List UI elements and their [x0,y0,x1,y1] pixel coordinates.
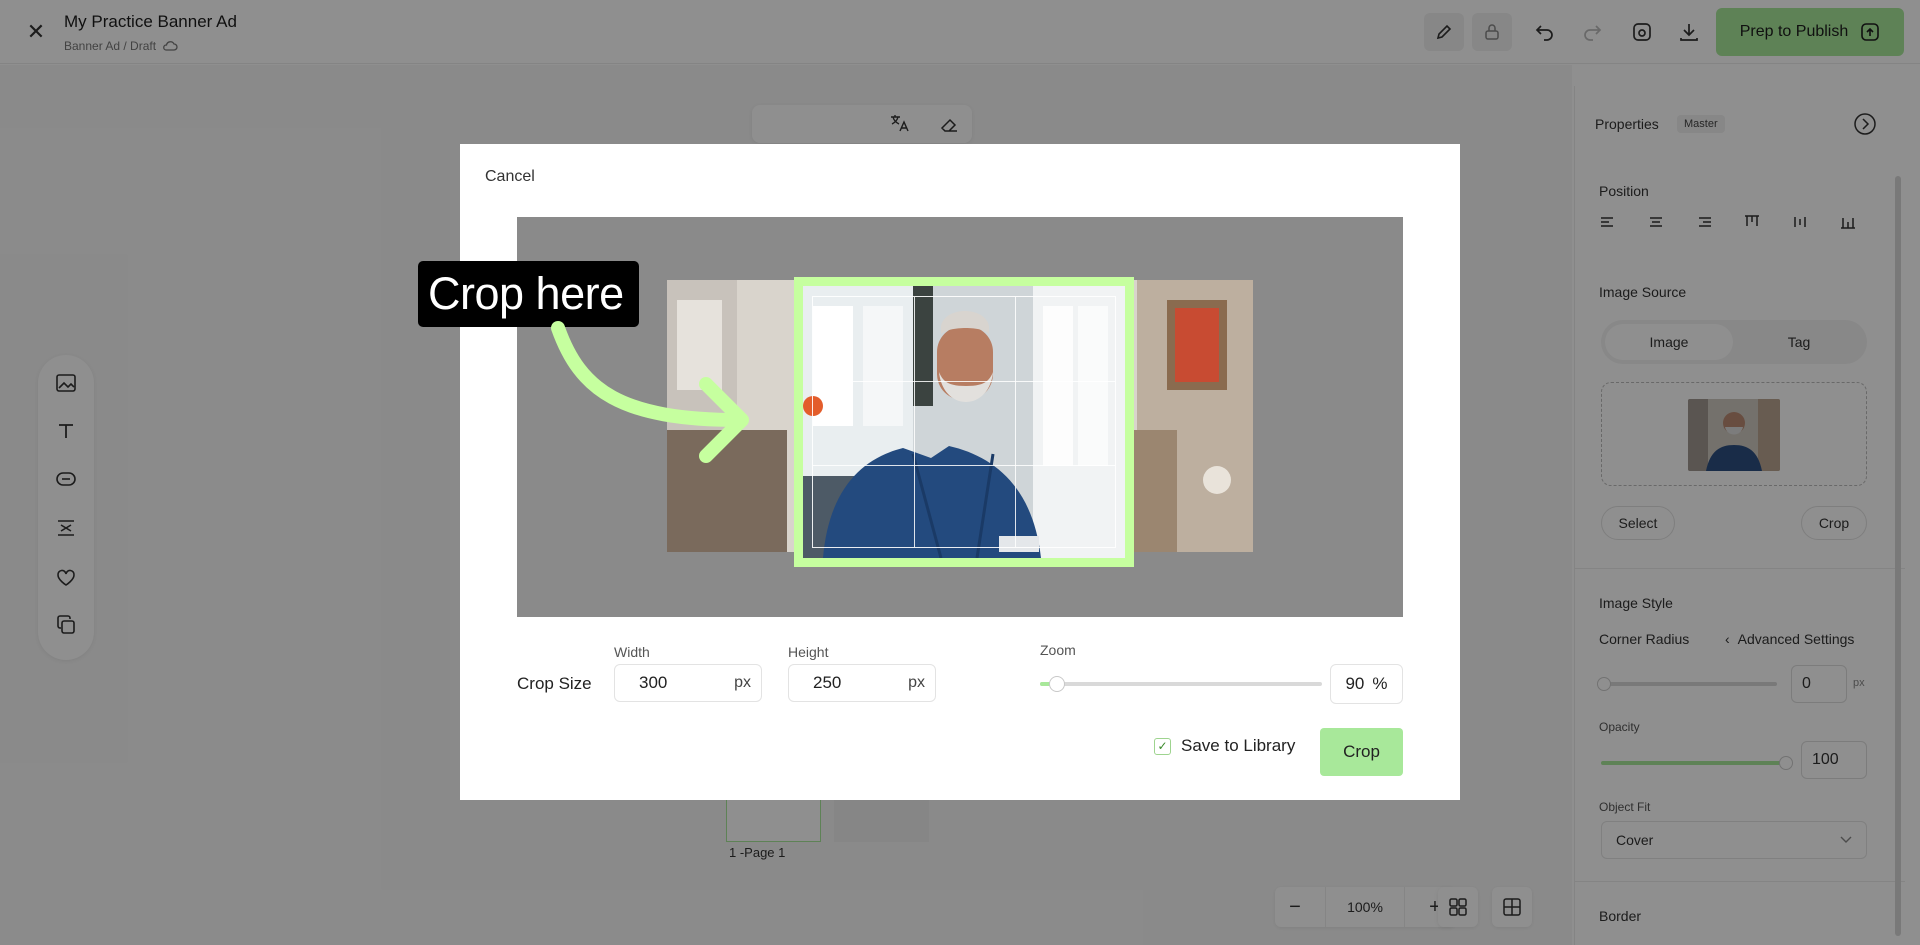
zoom-slider-knob[interactable] [1048,676,1065,692]
zoom-unit: % [1372,674,1388,693]
cancel-button[interactable]: Cancel [485,168,535,186]
save-to-library-label: Save to Library [1181,736,1296,755]
crop-dialog: Cancel Crop Size Width 300 px Height 250… [460,144,1460,800]
callout-arrow-icon [551,321,749,463]
tutorial-callout: Crop here [418,261,639,327]
save-to-library-option[interactable]: ✓ Save to Library [1154,736,1295,756]
zoom-label: Zoom [1040,642,1076,658]
save-to-library-checkbox[interactable]: ✓ [1154,737,1171,755]
crop-frame[interactable] [794,277,1134,567]
zoom-slider[interactable] [1040,676,1322,692]
width-label: Width [614,644,650,660]
height-label: Height [788,644,829,660]
grid-line [813,381,1115,382]
crop-grid [812,296,1116,548]
height-unit: px [908,674,925,691]
zoom-input[interactable]: 90 % [1330,664,1403,704]
zoom-value: 90 [1345,674,1365,693]
width-unit: px [734,674,751,691]
crop-size-label: Crop Size [517,674,592,693]
grid-line [914,297,915,547]
width-field[interactable]: 300 px [614,664,762,702]
width-value: 300 [639,673,668,692]
grid-line [1015,297,1016,547]
crop-button[interactable]: Crop [1320,728,1403,776]
height-field[interactable]: 250 px [788,664,936,702]
height-value: 250 [813,673,842,692]
grid-line [813,465,1115,466]
